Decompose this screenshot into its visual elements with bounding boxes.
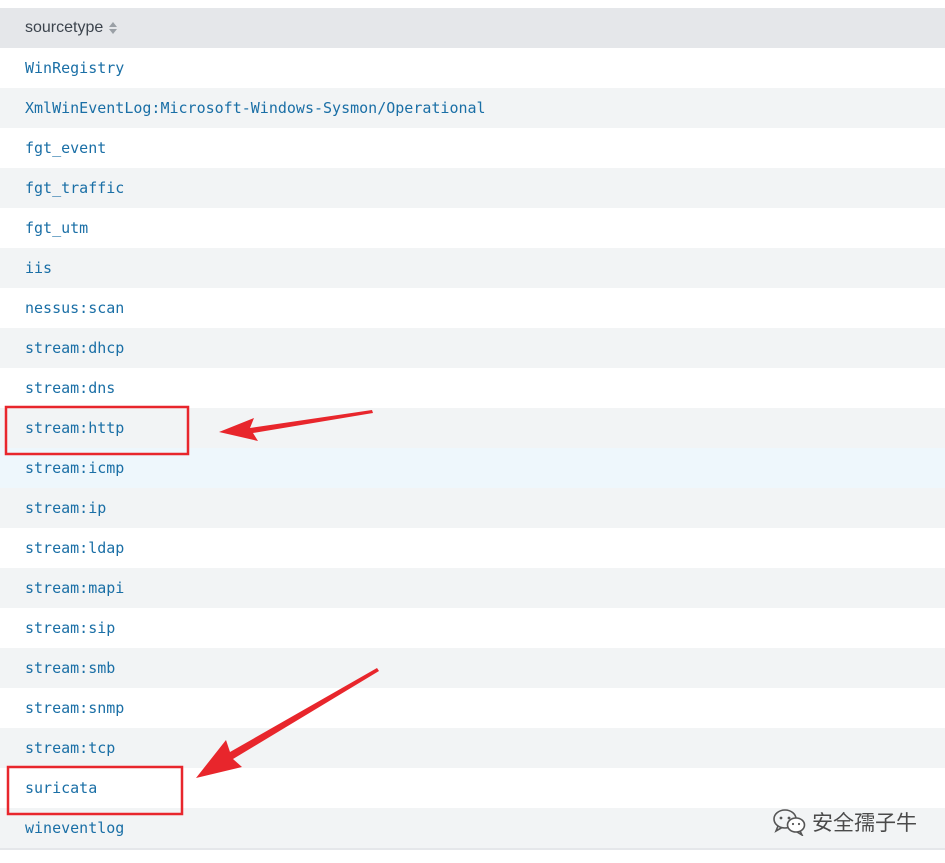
- sourcetype-link[interactable]: stream:snmp: [25, 699, 124, 717]
- sourcetype-link[interactable]: fgt_event: [25, 139, 106, 157]
- table-row: fgt_utm: [0, 208, 945, 248]
- sourcetype-link[interactable]: XmlWinEventLog:Microsoft-Windows-Sysmon/…: [25, 99, 486, 117]
- table-row: stream:dhcp: [0, 328, 945, 368]
- table-row: XmlWinEventLog:Microsoft-Windows-Sysmon/…: [0, 88, 945, 128]
- sourcetype-table: sourcetype WinRegistry XmlWinEventLog:Mic…: [0, 8, 945, 850]
- table-row: WinRegistry: [0, 48, 945, 88]
- column-header-sourcetype[interactable]: sourcetype: [0, 8, 945, 48]
- table-row: stream:dns: [0, 368, 945, 408]
- sourcetype-link[interactable]: fgt_traffic: [25, 179, 124, 197]
- sourcetype-link[interactable]: stream:tcp: [25, 739, 115, 757]
- table-row: nessus:scan: [0, 288, 945, 328]
- table-row: fgt_event: [0, 128, 945, 168]
- table-row: iis: [0, 248, 945, 288]
- sourcetype-link[interactable]: wineventlog: [25, 819, 124, 837]
- sourcetype-link[interactable]: stream:ldap: [25, 539, 124, 557]
- table-bottom-border: [0, 848, 945, 850]
- sourcetype-link[interactable]: stream:ip: [25, 499, 106, 517]
- column-header-label: sourcetype: [25, 19, 104, 36]
- sourcetype-link[interactable]: WinRegistry: [25, 59, 124, 77]
- sourcetype-link[interactable]: stream:dns: [25, 379, 115, 397]
- sourcetype-link[interactable]: stream:sip: [25, 619, 115, 637]
- wechat-icon: [773, 809, 806, 836]
- sort-icon[interactable]: [109, 22, 118, 34]
- table-row: fgt_traffic: [0, 168, 945, 208]
- sourcetype-link[interactable]: suricata: [25, 779, 97, 797]
- table-row: stream:smb: [0, 648, 945, 688]
- sourcetype-link[interactable]: nessus:scan: [25, 299, 124, 317]
- table-row: stream:sip: [0, 608, 945, 648]
- sourcetype-link[interactable]: stream:icmp: [25, 459, 124, 477]
- table-row: suricata: [0, 768, 945, 808]
- table-row: stream:snmp: [0, 688, 945, 728]
- sourcetype-link[interactable]: iis: [25, 259, 52, 277]
- sourcetype-link[interactable]: stream:dhcp: [25, 339, 124, 357]
- table-row: stream:ip: [0, 488, 945, 528]
- sourcetype-link[interactable]: stream:smb: [25, 659, 115, 677]
- table-body: WinRegistry XmlWinEventLog:Microsoft-Wind…: [0, 48, 945, 848]
- table-row: stream:icmp: [0, 448, 945, 488]
- sourcetype-link[interactable]: stream:http: [25, 419, 124, 437]
- table-row: stream:ldap: [0, 528, 945, 568]
- watermark: 安全孺子牛: [772, 807, 917, 837]
- table-row: stream:tcp: [0, 728, 945, 768]
- table-row: stream:mapi: [0, 568, 945, 608]
- table-row: stream:http: [0, 408, 945, 448]
- watermark-text: 安全孺子牛: [812, 811, 917, 835]
- sourcetype-link[interactable]: stream:mapi: [25, 579, 124, 597]
- sourcetype-link[interactable]: fgt_utm: [25, 219, 88, 237]
